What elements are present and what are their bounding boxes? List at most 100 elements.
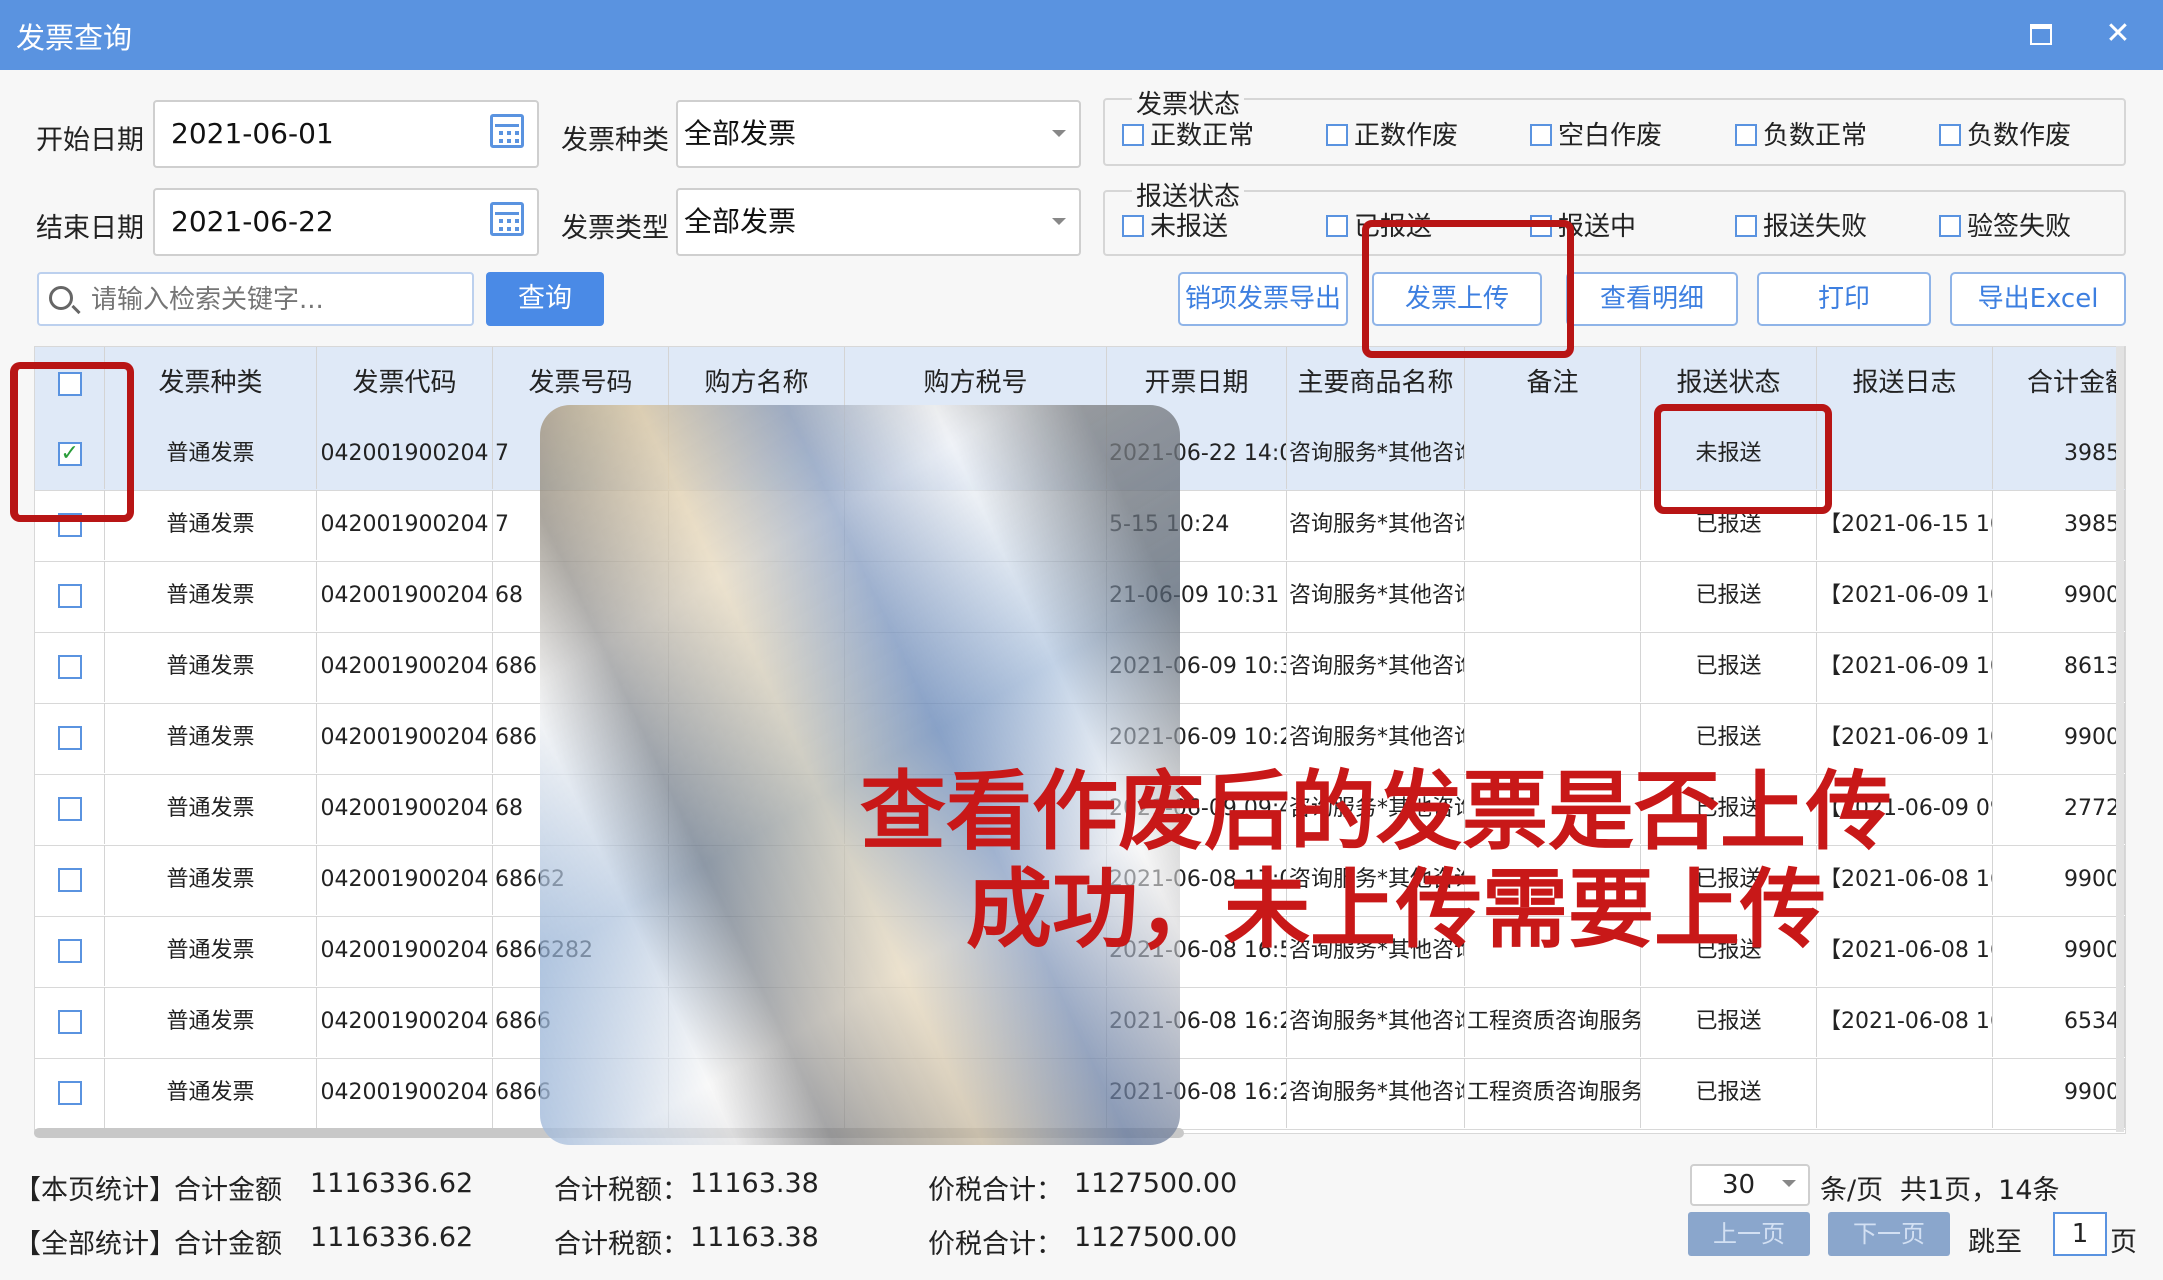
checkbox-icon[interactable] [57, 584, 82, 608]
chevron-down-icon[interactable] [1782, 1180, 1796, 1187]
column-header[interactable]: 发票代码 [317, 347, 493, 419]
cell-code: 042001900204 [317, 1058, 493, 1128]
row-select-cell[interactable] [35, 703, 105, 773]
checkbox-icon[interactable] [57, 655, 82, 679]
export-excel-button[interactable]: 导出Excel [1950, 272, 2126, 326]
status-option-1[interactable]: 正数作废 [1326, 121, 1458, 151]
cell-kind: 普通发票 [105, 1058, 317, 1128]
search-input[interactable] [89, 280, 463, 320]
cell-goods: 咨询服务*其他咨询 [1287, 419, 1465, 489]
status-option-4[interactable]: 负数作废 [1939, 121, 2071, 151]
checkbox-icon[interactable] [1122, 124, 1144, 146]
checkbox-icon[interactable] [57, 1081, 82, 1105]
search-box[interactable] [37, 272, 474, 326]
cell-remark [1465, 561, 1641, 631]
cell-amount: 2772 [1993, 774, 2125, 844]
cell-kind: 普通发票 [105, 987, 317, 1057]
checkbox-icon[interactable] [1122, 215, 1144, 237]
row-select-cell[interactable] [35, 916, 105, 986]
calendar-icon[interactable] [490, 114, 524, 148]
row-select-cell[interactable] [35, 561, 105, 631]
vertical-scrollbar[interactable] [2116, 346, 2124, 1132]
checkbox-icon[interactable] [1939, 124, 1961, 146]
export-void-button[interactable]: 销项发票导出 [1178, 272, 1348, 326]
all-amount-label: 合计金额 [174, 1229, 282, 1260]
calendar-icon[interactable] [490, 202, 524, 236]
column-header[interactable]: 发票种类 [105, 347, 317, 419]
cell-code: 042001900204 [317, 419, 493, 489]
cell-remark [1465, 419, 1641, 489]
end-date-field[interactable]: 2021-06-22 [153, 188, 539, 256]
row-select-cell[interactable] [35, 845, 105, 915]
cell-code: 042001900204 [317, 490, 493, 560]
all-tax-value: 11163.38 [690, 1222, 819, 1253]
page-total-value: 1127500.00 [1074, 1168, 1238, 1199]
row-select-cell[interactable] [35, 774, 105, 844]
page-amount-value: 1116336.62 [310, 1168, 474, 1199]
cell-kind: 普通发票 [105, 774, 317, 844]
report-option-0[interactable]: 未报送 [1122, 212, 1228, 242]
status-option-3[interactable]: 负数正常 [1735, 121, 1867, 151]
start-date-label: 开始日期 [36, 125, 144, 156]
page-tax-value: 11163.38 [690, 1168, 819, 1199]
start-date-field[interactable]: 2021-06-01 [153, 100, 539, 168]
status-option-0[interactable]: 正数正常 [1122, 121, 1254, 151]
checkbox-icon[interactable] [1735, 215, 1757, 237]
cell-goods: 咨询服务*其他咨询 [1287, 1058, 1465, 1128]
view-detail-button[interactable]: 查看明细 [1566, 272, 1738, 326]
status-option-2[interactable]: 空白作废 [1530, 121, 1662, 151]
page-tax-label: 合计税额： [554, 1175, 689, 1206]
maximize-icon[interactable] [2030, 24, 2052, 45]
cell-remark: 工程资质咨询服务 [1465, 987, 1641, 1057]
cell-code: 042001900204 [317, 987, 493, 1057]
cell-status: 已报送 [1641, 987, 1817, 1057]
report-option-3[interactable]: 报送失败 [1735, 212, 1867, 242]
checkbox-icon[interactable] [1326, 124, 1348, 146]
row-select-cell[interactable] [35, 1058, 105, 1128]
row-select-cell[interactable] [35, 632, 105, 702]
invoice-kind-select[interactable]: 全部发票 [676, 100, 1081, 168]
page-total-label: 价税合计： [928, 1175, 1063, 1206]
checkbox-icon[interactable] [1530, 124, 1552, 146]
checkbox-icon[interactable] [1326, 215, 1348, 237]
prev-page-button[interactable]: 上一页 [1688, 1212, 1810, 1256]
end-date-value: 2021-06-22 [171, 205, 334, 238]
next-page-button[interactable]: 下一页 [1828, 1212, 1950, 1256]
query-button[interactable]: 查询 [486, 272, 604, 326]
page-stats-label: 【本页统计】 [14, 1175, 176, 1206]
column-header[interactable]: 合计金额 [1993, 347, 2125, 419]
checkbox-icon[interactable] [1735, 124, 1757, 146]
annotation-mark-status [1654, 404, 1832, 514]
cell-status: 已报送 [1641, 1058, 1817, 1128]
cell-remark: 工程资质咨询服务 [1465, 1058, 1641, 1128]
search-icon [49, 286, 73, 310]
report-option-4[interactable]: 验签失败 [1939, 212, 2071, 242]
checkbox-icon[interactable] [57, 726, 82, 750]
cell-kind: 普通发票 [105, 561, 317, 631]
cell-log: 【2021-06-15 10 [1817, 490, 1993, 560]
checkbox-icon[interactable] [57, 939, 82, 963]
checkbox-icon[interactable] [57, 868, 82, 892]
chevron-down-icon[interactable] [1052, 130, 1066, 137]
all-tax-label: 合计税额： [554, 1229, 689, 1260]
checkbox-icon[interactable] [57, 797, 82, 821]
all-total-value: 1127500.00 [1074, 1222, 1238, 1253]
cell-goods: 咨询服务*其他咨询 [1287, 632, 1465, 702]
cell-amount: 9900 [1993, 916, 2125, 986]
column-header[interactable]: 报送日志 [1817, 347, 1993, 419]
cell-amount: 3985 [1993, 490, 2125, 560]
jump-page-input[interactable]: 1 [2053, 1212, 2107, 1256]
checkbox-icon[interactable] [57, 1010, 82, 1034]
page-amount-label: 合计金额 [174, 1175, 282, 1206]
checkbox-icon[interactable] [1939, 215, 1961, 237]
cell-code: 042001900204 [317, 774, 493, 844]
cell-amount: 9900 [1993, 561, 2125, 631]
chevron-down-icon[interactable] [1052, 218, 1066, 225]
close-icon[interactable]: ✕ [2098, 14, 2138, 54]
cell-amount: 6534 [1993, 987, 2125, 1057]
invoice-type-select[interactable]: 全部发票 [676, 188, 1081, 256]
row-select-cell[interactable] [35, 987, 105, 1057]
cell-remark [1465, 490, 1641, 560]
cell-goods: 咨询服务*其他咨询 [1287, 561, 1465, 631]
print-button[interactable]: 打印 [1757, 272, 1931, 326]
